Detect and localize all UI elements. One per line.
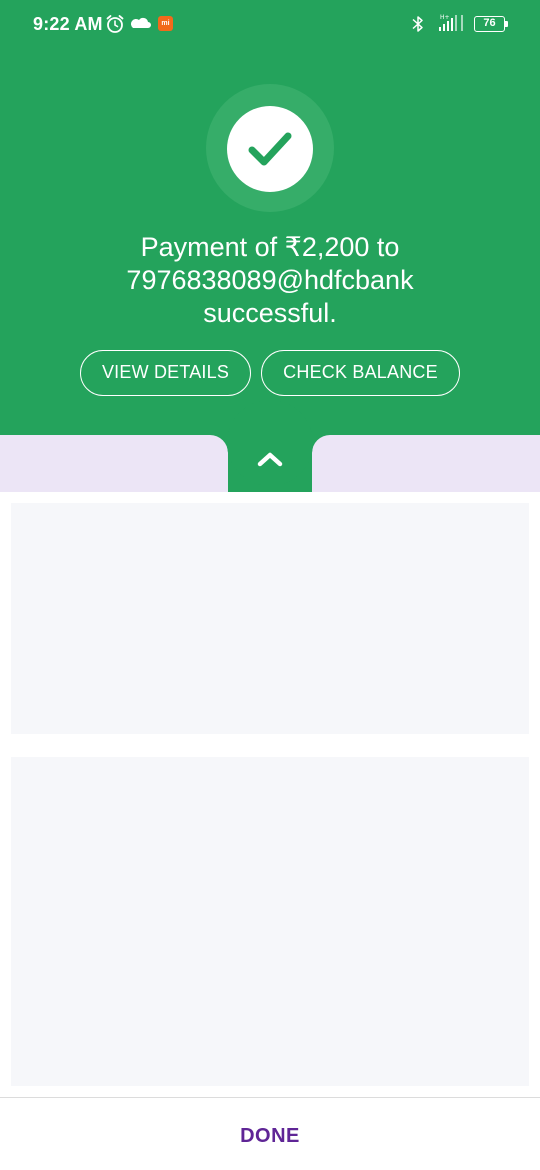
- signal-icon: H+: [439, 14, 463, 31]
- expander-strip-right: [312, 435, 540, 492]
- expand-toggle[interactable]: [227, 400, 313, 486]
- content-card-placeholder: [11, 757, 529, 1086]
- svg-text:H+: H+: [440, 14, 450, 21]
- done-button[interactable]: DONE: [170, 1108, 370, 1164]
- status-time: 9:22 AM: [33, 14, 103, 34]
- success-badge: [227, 106, 313, 192]
- message-line-amount: Payment of ₹2,200 to: [140, 232, 400, 262]
- payment-message: Payment of ₹2,200 to 7976838089@hdfcbank…: [40, 231, 500, 330]
- content-card-placeholder: [11, 503, 529, 734]
- alarm-icon: [106, 15, 124, 33]
- bluetooth-icon: [412, 16, 423, 32]
- payment-success-screen: 9:22 AM mi H+ 76 Payment of ₹2,200 to 79…: [0, 0, 540, 1170]
- footer-divider: [0, 1097, 540, 1098]
- cloud-icon: [131, 17, 151, 28]
- view-details-button[interactable]: VIEW DETAILS: [80, 350, 251, 396]
- expander-strip-left: [0, 435, 228, 492]
- check-icon: [248, 132, 292, 166]
- battery-icon: 76: [474, 16, 508, 32]
- battery-tip: [505, 21, 508, 27]
- status-bar: 9:22 AM mi H+ 76: [0, 0, 540, 48]
- message-line-payee: 7976838089@hdfcbank: [126, 265, 414, 295]
- check-balance-button[interactable]: CHECK BALANCE: [261, 350, 460, 396]
- message-line-status: successful.: [203, 298, 337, 328]
- chevron-up-icon[interactable]: [256, 450, 284, 468]
- battery-level: 76: [474, 16, 505, 32]
- mi-icon: mi: [158, 16, 173, 31]
